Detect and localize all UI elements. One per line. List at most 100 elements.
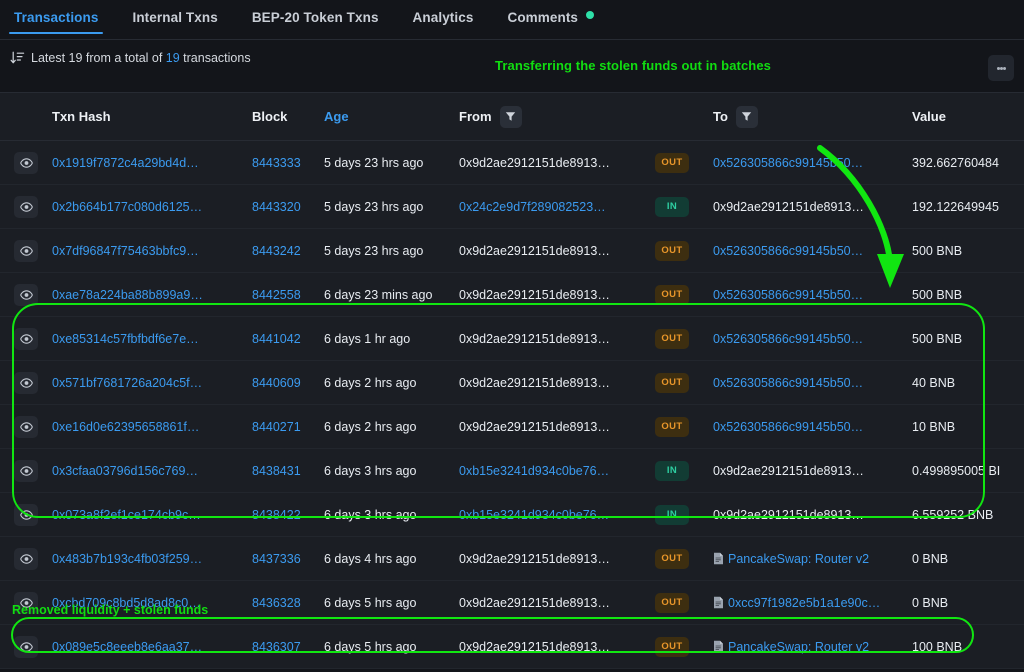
from-address-text: 0x9d2ae2912151de8913…: [459, 596, 610, 610]
tab-label: Analytics: [413, 10, 474, 25]
value-cell-text: 40 BNB: [912, 376, 955, 390]
txn-hash-link[interactable]: 0xae78a224ba88b899a9…: [52, 288, 252, 302]
eye-icon[interactable]: [14, 284, 38, 306]
value-cell: 10 BNB: [912, 420, 1024, 434]
to-address[interactable]: PancakeSwap: Router v2: [713, 640, 912, 654]
table-row[interactable]: 0xae78a224ba88b899a9…84425586 days 23 mi…: [0, 273, 1024, 317]
eye-icon[interactable]: [14, 372, 38, 394]
eye-icon[interactable]: [14, 196, 38, 218]
eye-icon[interactable]: [14, 504, 38, 526]
txn-hash-link[interactable]: 0x2b664b177c080d6125…: [52, 200, 252, 214]
to-address[interactable]: 0x526305866c99145b50…: [713, 376, 912, 390]
txn-hash-link[interactable]: 0x483b7b193c4fb03f259…: [52, 552, 252, 566]
value-cell-text: 500 BNB: [912, 244, 962, 258]
txn-hash-link[interactable]: 0x1919f7872c4a29bd4d…: [52, 156, 252, 170]
direction-badge: IN: [655, 197, 689, 217]
total-count-link[interactable]: 19: [166, 51, 180, 65]
block-link[interactable]: 8438422: [252, 508, 324, 522]
to-address[interactable]: 0xcc97f1982e5b1a1e90c…: [713, 596, 912, 610]
block-link[interactable]: 8436328: [252, 596, 324, 610]
to-address[interactable]: PancakeSwap: Router v2: [713, 552, 912, 566]
direction-badge: OUT: [655, 417, 689, 437]
direction-cell: OUT: [655, 637, 713, 657]
from-address[interactable]: 0xb15e3241d934c0be76…: [459, 464, 655, 478]
txn-hash-link[interactable]: 0x571bf7681726a204c5f…: [52, 376, 252, 390]
to-address[interactable]: 0x526305866c99145b50…: [713, 420, 912, 434]
eye-icon[interactable]: [14, 460, 38, 482]
from-address: 0x9d2ae2912151de8913…: [459, 332, 655, 346]
block-link[interactable]: 8436307: [252, 640, 324, 654]
eye-icon[interactable]: [14, 636, 38, 658]
block-link[interactable]: 8441042: [252, 332, 324, 346]
to-address-text: PancakeSwap: Router v2: [728, 552, 869, 566]
block-link[interactable]: 8440271: [252, 420, 324, 434]
txn-hash-link[interactable]: 0xe85314c57fbfbdf6e7e…: [52, 332, 252, 346]
to-address[interactable]: 0x526305866c99145b50…: [713, 288, 912, 302]
block-link[interactable]: 8443242: [252, 244, 324, 258]
block-link-text: 8443333: [252, 156, 301, 170]
filter-icon-to[interactable]: [736, 106, 758, 128]
txn-hash-link[interactable]: 0xe16d0e62395658861f…: [52, 420, 252, 434]
txn-hash-link[interactable]: 0x073a8f2ef1ce174cb9c…: [52, 508, 252, 522]
column-header-label: Block: [252, 109, 287, 124]
column-header-age[interactable]: Age: [324, 109, 459, 124]
block-link-text: 8442558: [252, 288, 301, 302]
row-preview-cell: [0, 416, 52, 438]
from-address-text: 0xb15e3241d934c0be76…: [459, 464, 609, 478]
block-link-text: 8440271: [252, 420, 301, 434]
tab-analytics[interactable]: Analytics: [413, 10, 474, 34]
table-row[interactable]: 0x073a8f2ef1ce174cb9c…84384226 days 3 hr…: [0, 493, 1024, 537]
from-address[interactable]: 0x24c2e9d7f289082523…: [459, 200, 655, 214]
block-link[interactable]: 8440609: [252, 376, 324, 390]
column-header-label: To: [713, 109, 728, 124]
tab-label: Comments: [507, 10, 578, 25]
table-row[interactable]: 0x2b664b177c080d6125…84433205 days 23 hr…: [0, 185, 1024, 229]
row-preview-cell: [0, 372, 52, 394]
table-row[interactable]: 0xe85314c57fbfbdf6e7e…84410426 days 1 hr…: [0, 317, 1024, 361]
to-address[interactable]: 0x526305866c99145b50…: [713, 332, 912, 346]
eye-icon[interactable]: [14, 152, 38, 174]
txn-hash-link[interactable]: 0xcbd709c8bd5d8ad8c0…: [52, 596, 252, 610]
filter-icon-from[interactable]: [500, 106, 522, 128]
from-address-text: 0x9d2ae2912151de8913…: [459, 156, 610, 170]
tab-internal-txns[interactable]: Internal Txns: [132, 10, 217, 34]
block-link[interactable]: 8443320: [252, 200, 324, 214]
kebab-menu-icon[interactable]: [988, 55, 1014, 81]
table-row[interactable]: 0x483b7b193c4fb03f259…84373366 days 4 hr…: [0, 537, 1024, 581]
sort-descending-icon[interactable]: [10, 51, 25, 65]
age-value: 6 days 5 hrs ago: [324, 596, 459, 610]
eye-icon[interactable]: [14, 592, 38, 614]
eye-icon[interactable]: [14, 416, 38, 438]
txn-hash-link[interactable]: 0x089e5c8eeeb8e6aa37…: [52, 640, 252, 654]
from-address[interactable]: 0xb15e3241d934c0be76…: [459, 508, 655, 522]
block-link[interactable]: 8437336: [252, 552, 324, 566]
table-row[interactable]: 0x1919f7872c4a29bd4d…84433335 days 23 hr…: [0, 141, 1024, 185]
eye-icon[interactable]: [14, 548, 38, 570]
tab-transactions[interactable]: Transactions: [14, 10, 98, 34]
block-link[interactable]: 8442558: [252, 288, 324, 302]
eye-icon[interactable]: [14, 328, 38, 350]
txn-hash-link[interactable]: 0x3cfaa03796d156c769…: [52, 464, 252, 478]
to-address: 0x9d2ae2912151de8913…: [713, 464, 912, 478]
table-header-row: Txn HashBlockAgeFromToValue: [0, 92, 1024, 141]
column-header-label: Txn Hash: [52, 109, 111, 124]
block-link[interactable]: 8443333: [252, 156, 324, 170]
block-link[interactable]: 8438431: [252, 464, 324, 478]
table-row[interactable]: 0xe16d0e62395658861f…84402716 days 2 hrs…: [0, 405, 1024, 449]
to-address[interactable]: 0x526305866c99145b50…: [713, 244, 912, 258]
eye-icon[interactable]: [14, 240, 38, 262]
from-address: 0x9d2ae2912151de8913…: [459, 244, 655, 258]
txn-hash-link[interactable]: 0x7df96847f75463bbfc9…: [52, 244, 252, 258]
direction-badge: IN: [655, 505, 689, 525]
age-value: 6 days 3 hrs ago: [324, 464, 459, 478]
table-row[interactable]: 0x7df96847f75463bbfc9…84432425 days 23 h…: [0, 229, 1024, 273]
table-row[interactable]: 0x571bf7681726a204c5f…84406096 days 2 hr…: [0, 361, 1024, 405]
table-row[interactable]: 0xcbd709c8bd5d8ad8c0…84363286 days 5 hrs…: [0, 581, 1024, 625]
direction-badge: OUT: [655, 637, 689, 657]
table-row[interactable]: 0x089e5c8eeeb8e6aa37…84363076 days 5 hrs…: [0, 625, 1024, 669]
value-cell: 192.122649945: [912, 200, 1024, 214]
tab-bep-20-token-txns[interactable]: BEP-20 Token Txns: [252, 10, 379, 34]
tab-comments[interactable]: Comments: [507, 10, 594, 34]
table-row[interactable]: 0x3cfaa03796d156c769…84384316 days 3 hrs…: [0, 449, 1024, 493]
to-address[interactable]: 0x526305866c99145b50…: [713, 156, 912, 170]
